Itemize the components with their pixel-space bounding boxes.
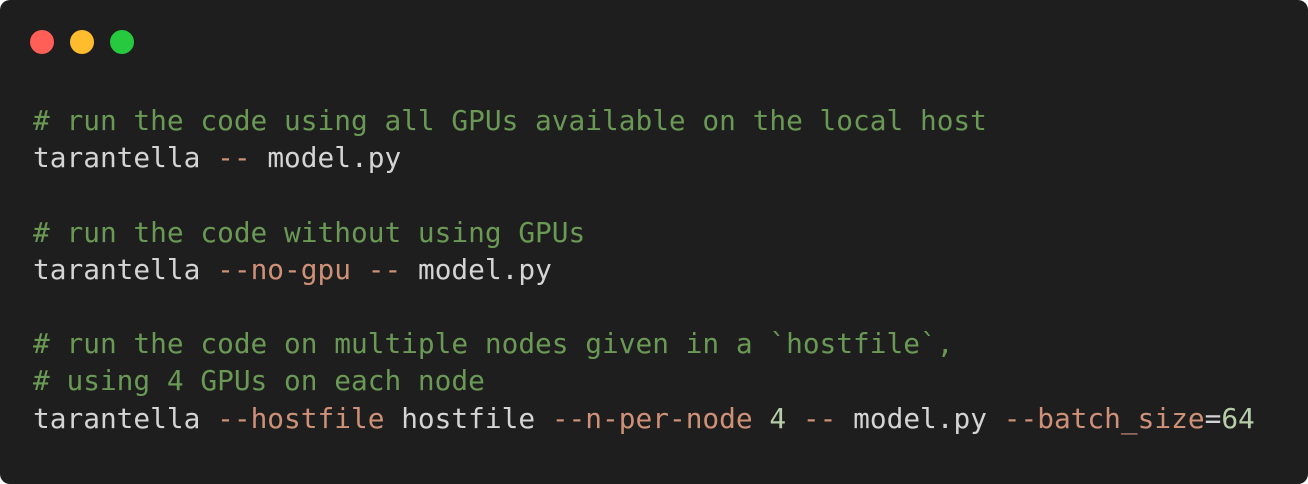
code-token-plain: model.py: [250, 141, 402, 175]
code-line: tarantella --no-gpu -- model.py: [33, 251, 1255, 288]
code-token-comment: # using 4 GPUs on each node: [33, 364, 485, 398]
code-token-flag: --no-gpu: [217, 252, 351, 286]
code-token-flag: --batch_size: [1003, 401, 1205, 435]
code-token-flag: --: [367, 252, 402, 286]
code-line: tarantella --hostfile hostfile --n-per-n…: [33, 400, 1255, 437]
code-token-plain: model.py: [836, 401, 1004, 435]
code-token-comment: # run the code using all GPUs available …: [33, 104, 987, 137]
code-token-plain: tarantella: [33, 401, 218, 435]
code-token-num: 4: [769, 401, 787, 435]
minimize-button[interactable]: [70, 30, 94, 54]
code-line: # run the code using all GPUs available …: [33, 102, 1255, 139]
code-token-num: 64: [1221, 401, 1255, 435]
close-button[interactable]: [30, 30, 54, 54]
code-token-flag: --: [217, 141, 251, 175]
code-line: # run the code without using GPUs: [33, 214, 1255, 251]
code-token-plain: model.py: [401, 252, 552, 286]
code-token-plain: tarantella: [33, 141, 218, 175]
maximize-button[interactable]: [110, 30, 134, 54]
code-line: # run the code on multiple nodes given i…: [33, 325, 1255, 362]
code-token-flag: --hostfile: [217, 401, 385, 435]
code-token-comment: # run the code without using GPUs: [33, 215, 586, 249]
code-token-flag: --n-per-node: [551, 401, 753, 435]
code-window: # run the code using all GPUs available …: [0, 0, 1308, 484]
code-block: # run the code using all GPUs available …: [33, 102, 1255, 437]
code-token-comment: # run the code on multiple nodes given i…: [33, 327, 954, 361]
code-token-plain: hostfile: [384, 401, 552, 435]
code-line: # using 4 GPUs on each node: [33, 362, 1255, 399]
code-token-plain: tarantella: [33, 252, 218, 286]
code-token-plain: =: [1204, 401, 1222, 435]
code-token-flag: --: [802, 401, 837, 435]
code-line: tarantella -- model.py: [33, 139, 1255, 176]
